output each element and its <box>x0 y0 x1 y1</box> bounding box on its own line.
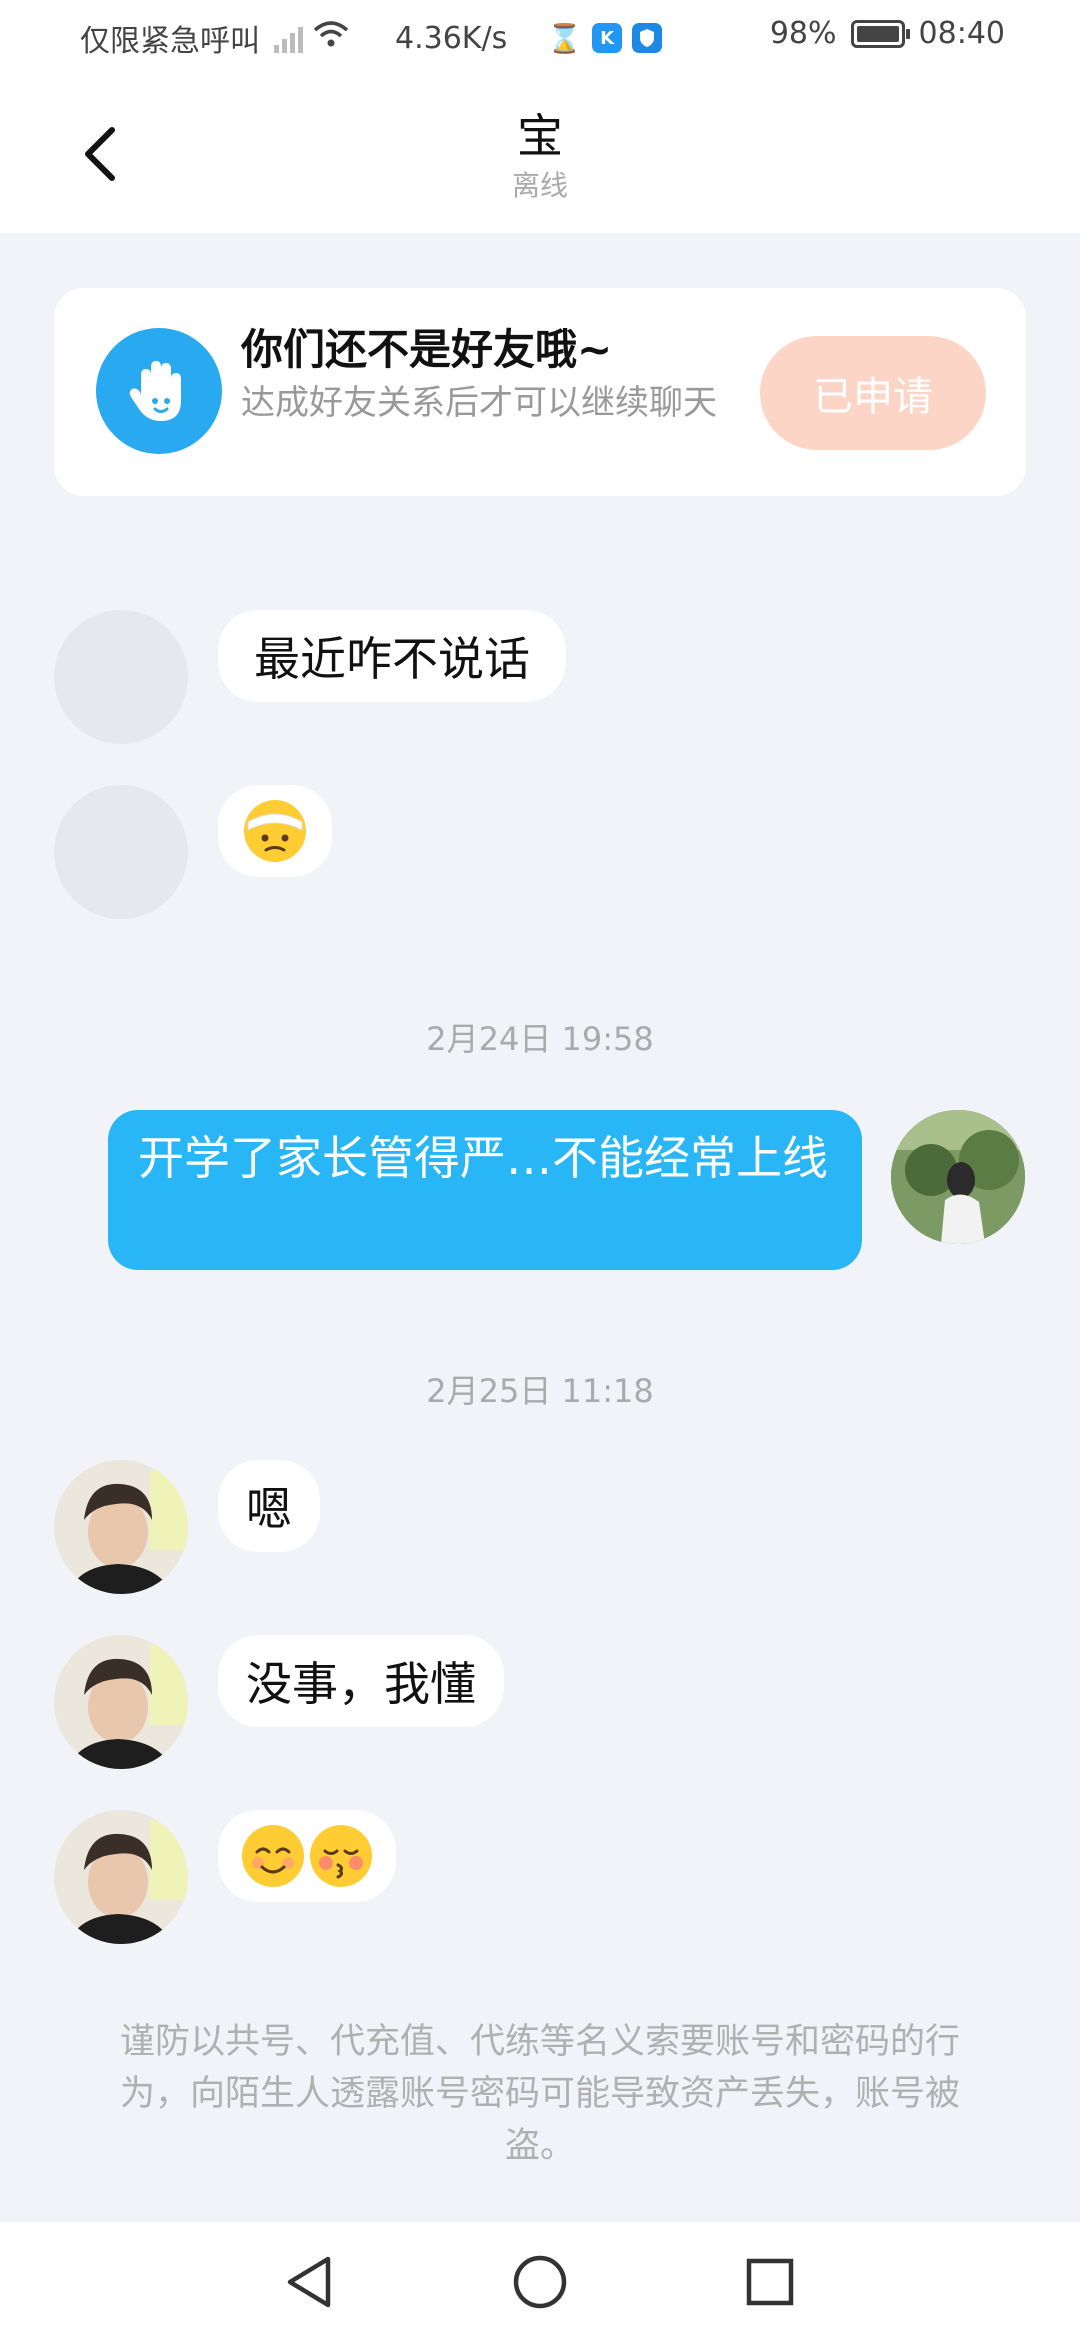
message-bubble[interactable] <box>218 1810 396 1902</box>
avatar[interactable] <box>54 785 188 919</box>
status-right: 98% 08:40 <box>770 16 1005 51</box>
system-nav-bar <box>0 2222 1080 2340</box>
recents-square-icon <box>746 2258 794 2306</box>
status-bar: 仅限紧急呼叫 4.36K/s ⌛ K 98% 08:40 <box>0 0 1080 70</box>
shield-app-icon <box>632 23 663 53</box>
timestamp: 2月25日 11:18 <box>426 1372 654 1410</box>
contact-name: 宝 <box>517 109 563 163</box>
timestamp: 2月24日 19:58 <box>426 1020 654 1058</box>
avatar[interactable] <box>54 1635 188 1769</box>
battery-percent: 98% <box>769 16 837 51</box>
card-description: 达成好友关系后才可以继续聊天 <box>241 383 717 423</box>
wifi-icon <box>313 20 349 56</box>
message-bubble[interactable] <box>218 785 332 877</box>
my-message-bubble[interactable]: 开学了家长管得严…不能经常上线 <box>108 1110 862 1270</box>
applied-button[interactable]: 已申请 <box>760 336 986 450</box>
security-notice: 谨防以共号、代充值、代练等名义索要账号和密码的行为，向陌生人透露账号密码可能导致… <box>119 2022 960 2166</box>
avatar[interactable] <box>54 1460 188 1594</box>
nav-recents-button[interactable] <box>740 2252 800 2312</box>
avatar[interactable] <box>54 610 188 744</box>
message-text: 开学了家长管得严…不能经常上线 <box>138 1131 828 1185</box>
hourglass-icon: ⌛ <box>547 21 583 55</box>
home-circle-icon <box>513 2255 567 2309</box>
back-triangle-icon <box>287 2256 331 2308</box>
contact-status: 离线 <box>511 169 568 202</box>
nav-back-button[interactable] <box>279 2252 339 2312</box>
smiling-face-emoji <box>242 1825 304 1887</box>
not-friend-card: 你们还不是好友哦~ 达成好友关系后才可以继续聊天 已申请 <box>54 288 1026 496</box>
card-title: 你们还不是好友哦~ <box>241 325 613 374</box>
message-text: 嗯 <box>246 1482 292 1536</box>
nav-home-button[interactable] <box>510 2252 570 2312</box>
message-text: 没事，我懂 <box>246 1657 476 1711</box>
message-bubble[interactable]: 没事，我懂 <box>218 1635 504 1727</box>
message-text: 最近咋不说话 <box>254 632 530 686</box>
my-avatar[interactable] <box>891 1110 1025 1244</box>
app-k-icon: K <box>592 23 623 53</box>
message-bubble[interactable]: 最近咋不说话 <box>218 610 566 702</box>
message-bubble[interactable]: 嗯 <box>218 1460 320 1552</box>
kissing-face-emoji <box>310 1825 372 1887</box>
battery-icon <box>850 19 910 48</box>
status-left: 仅限紧急呼叫 4.36K/s ⌛ K <box>80 16 663 60</box>
chat-header: 宝 离线 <box>0 70 1080 233</box>
carrier-text: 仅限紧急呼叫 <box>80 24 260 59</box>
waving-hand-icon <box>96 328 222 454</box>
network-speed: 4.36K/s <box>395 20 508 56</box>
signal-icon <box>274 23 303 53</box>
avatar[interactable] <box>54 1810 188 1944</box>
bandaged-face-emoji <box>244 800 306 862</box>
clock: 08:40 <box>918 16 1005 51</box>
